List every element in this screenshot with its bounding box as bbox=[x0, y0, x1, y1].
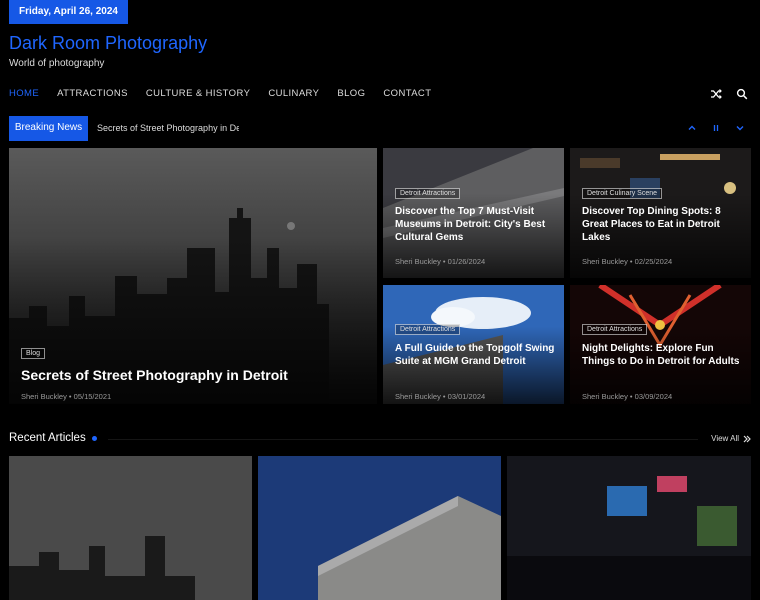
section-divider bbox=[108, 439, 698, 440]
featured-main-card[interactable]: Blog Secrets of Street Photography in De… bbox=[9, 148, 377, 404]
nav-actions bbox=[710, 88, 748, 100]
nav-blog[interactable]: BLOG bbox=[337, 88, 365, 102]
article-meta: Sheri Buckley • 03/01/2024 bbox=[395, 392, 486, 401]
arcade-thumb-image bbox=[507, 456, 751, 600]
article-meta: Sheri Buckley • 01/26/2024 bbox=[395, 257, 486, 266]
category-tag[interactable]: Detroit Culinary Scene bbox=[582, 188, 663, 199]
search-icon[interactable] bbox=[736, 88, 748, 100]
article-meta: Sheri Buckley • 05/15/2021 bbox=[21, 392, 112, 401]
category-tag[interactable]: Blog bbox=[21, 348, 46, 359]
article-title[interactable]: Discover the Top 7 Must-Visit Museums in… bbox=[395, 206, 555, 244]
nav-culinary[interactable]: CULINARY bbox=[268, 88, 319, 102]
breaking-news-headline[interactable]: Secrets of Street Photography in De bbox=[97, 116, 239, 141]
article-meta: Sheri Buckley • 03/09/2024 bbox=[582, 392, 673, 401]
breaking-news-bar: Breaking News Secrets of Street Photogra… bbox=[9, 116, 751, 141]
article-title[interactable]: Secrets of Street Photography in Detroit bbox=[21, 367, 288, 385]
chevron-down-icon[interactable] bbox=[733, 121, 747, 135]
skyline-thumb-image bbox=[9, 456, 252, 600]
accent-dot-icon bbox=[91, 435, 97, 441]
date-badge: Friday, April 26, 2024 bbox=[9, 0, 128, 24]
card-overlay bbox=[9, 148, 377, 404]
featured-card-dining[interactable]: Detroit Culinary Scene Discover Top Dini… bbox=[570, 148, 751, 278]
featured-card-topgolf[interactable]: Detroit Attractions A Full Guide to the … bbox=[383, 285, 564, 404]
double-chevron-right-icon bbox=[743, 435, 751, 442]
nav-home[interactable]: HOME bbox=[9, 88, 39, 102]
section-title-text: Recent Articles bbox=[9, 432, 86, 444]
recent-article-thumb[interactable] bbox=[258, 456, 501, 600]
nav-attractions[interactable]: ATTRACTIONS bbox=[57, 88, 128, 102]
nav-contact[interactable]: CONTACT bbox=[383, 88, 431, 102]
article-title[interactable]: Discover Top Dining Spots: 8 Great Place… bbox=[582, 206, 742, 244]
recent-article-thumb[interactable] bbox=[9, 456, 252, 600]
article-title[interactable]: Night Delights: Explore Fun Things to Do… bbox=[582, 343, 742, 369]
featured-card-museums[interactable]: Detroit Attractions Discover the Top 7 M… bbox=[383, 148, 564, 278]
site-title[interactable]: Dark Room Photography bbox=[9, 33, 207, 54]
recent-articles-heading: Recent Articles bbox=[9, 432, 97, 444]
view-all-link[interactable]: View All bbox=[711, 434, 751, 443]
site-tagline: World of photography bbox=[9, 58, 105, 69]
main-nav: HOME ATTRACTIONS CULTURE & HISTORY CULIN… bbox=[9, 88, 449, 102]
category-tag[interactable]: Detroit Attractions bbox=[582, 324, 648, 335]
category-tag[interactable]: Detroit Attractions bbox=[395, 324, 461, 335]
view-all-label: View All bbox=[711, 434, 739, 443]
chevron-up-icon[interactable] bbox=[685, 121, 699, 135]
category-tag[interactable]: Detroit Attractions bbox=[395, 188, 461, 199]
nav-culture-history[interactable]: CULTURE & HISTORY bbox=[146, 88, 250, 102]
article-meta: Sheri Buckley • 02/25/2024 bbox=[582, 257, 673, 266]
featured-card-night-delights[interactable]: Detroit Attractions Night Delights: Expl… bbox=[570, 285, 751, 404]
shuffle-icon[interactable] bbox=[710, 88, 722, 100]
breaking-news-label: Breaking News bbox=[9, 116, 88, 141]
recent-article-thumb[interactable] bbox=[507, 456, 751, 600]
pause-icon[interactable] bbox=[709, 121, 723, 135]
article-title[interactable]: A Full Guide to the Topgolf Swing Suite … bbox=[395, 343, 555, 369]
museum-thumb-image bbox=[258, 456, 501, 600]
